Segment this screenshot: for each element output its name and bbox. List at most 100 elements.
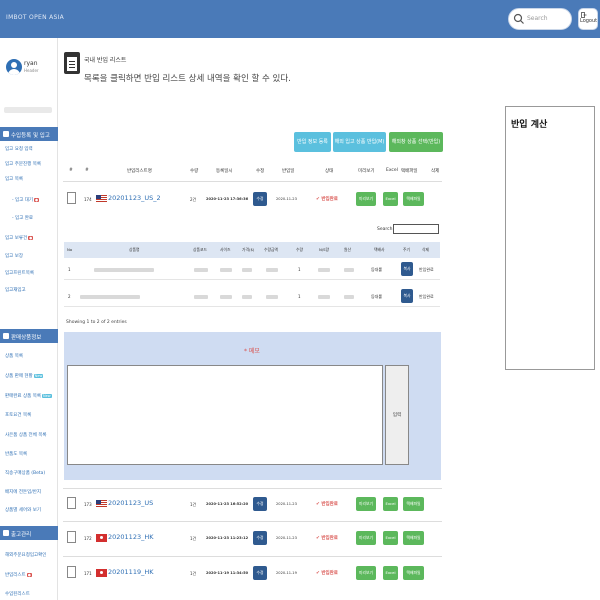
sidebar-item[interactable]: 입고 보장 [5, 253, 23, 259]
excel-button[interactable]: Excel [383, 192, 398, 206]
col-header: 수정 [256, 169, 265, 174]
preview-button[interactable]: 미리보기 [356, 531, 376, 545]
col-header: 택배파일 [401, 169, 418, 174]
detail-no: 1 [68, 267, 71, 272]
memo-submit-button[interactable]: 입력 [385, 365, 409, 465]
document-line [69, 64, 75, 65]
sidebar-item[interactable]: 직송구매상품 (Beta) [5, 470, 45, 476]
sidebar-item[interactable]: 사은품 상품 전체 목록 [5, 432, 47, 438]
sidebar-section-receiving[interactable]: 수입등록 및 입고 [0, 127, 58, 141]
logout-label: Logout [580, 18, 598, 24]
sidebar-section-products[interactable]: 판매상품정보 [0, 329, 58, 343]
shipping-file-button[interactable]: 택배파일 [403, 566, 424, 580]
grid-icon [3, 530, 9, 536]
row-checkbox[interactable] [67, 497, 76, 509]
detail-status: 반입완료 [419, 294, 434, 299]
user-name: ryan [24, 60, 38, 67]
import-list-link[interactable]: 20201123_US [108, 499, 153, 507]
memo-label: * 메모 [244, 348, 260, 355]
row-checkbox[interactable] [67, 566, 76, 578]
sidebar-item[interactable]: - 입고 대기 ● [12, 197, 40, 203]
col-header: 수량 [190, 169, 199, 174]
sidebar-item[interactable]: 반입리스트 ● [5, 572, 32, 578]
sidebar-item[interactable]: 반품도 목록 [5, 451, 27, 457]
edit-button[interactable]: 수정 [253, 531, 267, 545]
row-number: 173 [84, 502, 92, 507]
registered-at: 2020-11-23 11:23:12 [206, 536, 249, 540]
sidebar-item[interactable]: 판매완료 상품 목록 New [5, 393, 52, 399]
memo-textarea[interactable] [67, 365, 383, 465]
brand-logo[interactable]: IMBOT OPEN ASIA [6, 14, 64, 21]
us-flag-icon [96, 500, 107, 508]
redacted-text [194, 268, 208, 272]
sidebar-item[interactable]: - 입고 완료 [12, 215, 33, 221]
detail-search-input[interactable] [393, 224, 439, 234]
select-products-button[interactable]: 해외창 상품 선택(반입) [389, 132, 443, 152]
sidebar-item[interactable]: 상품 판매 현황 New [5, 373, 44, 379]
excel-button[interactable]: Excel [383, 531, 398, 545]
col-header: 주기 [403, 247, 410, 252]
edit-button[interactable]: 수정 [253, 566, 267, 580]
detail-row[interactable]: 1 1 등대롤 복사 반입완료 [64, 259, 440, 280]
sidebar-item[interactable]: 해외주문요청입고확인 [5, 552, 46, 558]
registered-at: 2020-11-19 11:34:50 [206, 571, 249, 575]
import-list-link[interactable]: 20201123_HK [108, 533, 153, 541]
col-header: 사이즈 [220, 247, 231, 252]
preview-button[interactable]: 미리보기 [356, 497, 376, 511]
row-checkbox[interactable] [67, 531, 76, 543]
redacted-text [266, 268, 278, 272]
redacted-text [220, 268, 232, 272]
sidebar-section-shipping[interactable]: 출고관리 [0, 526, 58, 540]
col-header: 반입일 [282, 169, 295, 174]
top-navbar: IMBOT OPEN ASIA Search Logout [0, 0, 600, 38]
registered-at: 2020-11-23 16:52:20 [206, 502, 249, 506]
sidebar-item[interactable]: 포토요건 목록 [5, 412, 31, 418]
edit-button[interactable]: 수정 [253, 192, 267, 206]
sidebar-item[interactable]: 입고프린트목록 [5, 270, 34, 276]
sidebar-item[interactable]: 입고 보류건 ● [5, 235, 34, 241]
import-list-link[interactable]: 20201119_HK [108, 568, 153, 576]
copy-button[interactable]: 복사 [401, 289, 413, 303]
overseas-import-button[interactable]: 해외 입고 상품 반입(M) [333, 132, 386, 152]
preview-button[interactable]: 미리보기 [356, 192, 376, 206]
row-number: 171 [84, 571, 92, 576]
sidebar-divider [4, 107, 52, 113]
col-header: 삭제 [422, 247, 429, 252]
shipping-file-button[interactable]: 택배파일 [403, 192, 424, 206]
sidebar-item[interactable]: 입고 요청 입력 [5, 146, 33, 152]
redacted-text [194, 295, 208, 299]
col-header: No [67, 247, 73, 252]
document-line [69, 61, 75, 62]
excel-button[interactable]: Excel [383, 566, 398, 580]
shipping-file-button[interactable]: 택배파일 [403, 497, 424, 511]
redacted-text [242, 295, 252, 299]
entries-info: Showing 1 to 2 of 2 entries [66, 320, 127, 325]
sidebar-item[interactable]: 수입된리스트 [5, 591, 30, 597]
col-header: 상품명 [129, 247, 140, 252]
copy-button[interactable]: 복사 [401, 262, 413, 276]
row-checkbox[interactable] [67, 192, 76, 204]
register-import-button[interactable]: 반입 정보 등록 [294, 132, 331, 152]
col-header: 수량 [296, 247, 303, 252]
shipping-file-button[interactable]: 택배파일 [403, 531, 424, 545]
sidebar-item[interactable]: 상품별 세어와 보기 [5, 507, 41, 513]
logout-button[interactable]: Logout [578, 8, 598, 30]
search-input[interactable]: Search [508, 8, 572, 30]
edit-button[interactable]: 수정 [253, 497, 267, 511]
col-header: 택배사 [374, 247, 385, 252]
sidebar-item[interactable]: 상품 목록 [5, 353, 23, 359]
us-flag-icon [96, 195, 107, 203]
search-icon [513, 13, 524, 24]
import-list-link[interactable]: 20201123_US_2 [108, 194, 161, 202]
sidebar-item[interactable]: 입고 목록 [5, 176, 23, 182]
sidebar-item[interactable]: 입고 주문진행 목록 [5, 161, 41, 167]
sidebar-item[interactable]: 입고재입고 [5, 287, 26, 293]
col-header: 등록일시 [216, 169, 233, 174]
detail-row[interactable]: 2 1 등대롤 복사 반입완료 [64, 286, 440, 307]
sidebar-item[interactable]: 배지에 전돈입/반지 [5, 489, 41, 495]
search-placeholder: Search [527, 15, 548, 22]
excel-button[interactable]: Excel [383, 497, 398, 511]
preview-button[interactable]: 미리보기 [356, 566, 376, 580]
quantity: 2건 [190, 197, 197, 202]
count-badge: ● [34, 197, 40, 202]
